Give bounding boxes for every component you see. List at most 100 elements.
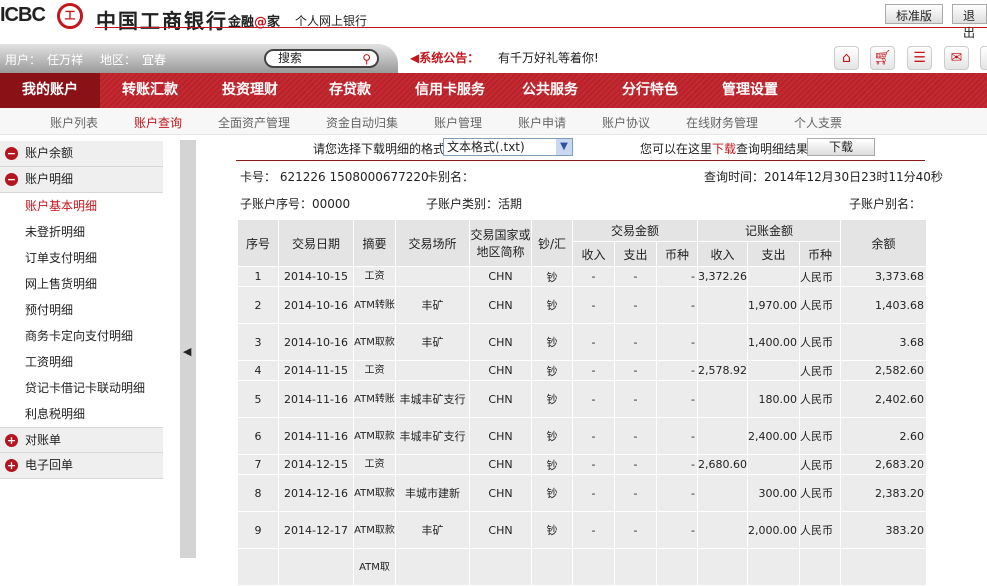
notice-text[interactable]: 有千万好礼等着你!	[498, 49, 599, 66]
sidebar-group-statement[interactable]: + 对账单	[0, 427, 163, 453]
table-row: 7 2014-12-15 工资 CHN 钞 - - -2,680.60 人民币 2,683.20	[238, 455, 926, 474]
sidebar-item-order-payment[interactable]: 订单支付明细	[0, 245, 163, 271]
cell-date: 2014-11-15	[279, 361, 353, 380]
cell-cash: 钞	[532, 475, 572, 511]
cell-trade-in: -	[573, 361, 614, 380]
sidebar-item-interest-tax[interactable]: 利息税明细	[0, 401, 163, 427]
cell-trade-out: -	[615, 512, 656, 548]
nav-settings[interactable]: 管理设置	[700, 73, 800, 108]
standard-version-button[interactable]: 标准版	[885, 4, 944, 24]
sidebar-group-details[interactable]: − 账户明细	[0, 167, 163, 193]
region-name: 宜春	[142, 53, 167, 67]
sidebar-item-prepaid[interactable]: 预付明细	[0, 297, 163, 323]
subnav-account-apply[interactable]: 账户申请	[518, 114, 566, 131]
cart-icon[interactable]: 🛒︎	[870, 46, 895, 70]
cell-book-in	[698, 381, 747, 417]
group-label: 对账单	[25, 433, 62, 447]
sidebar-item-linked[interactable]: 贷记卡借记卡联动明细	[0, 375, 163, 401]
table-row: ATM取	[238, 549, 926, 585]
cell-summary: 工资	[354, 267, 395, 286]
exit-button[interactable]: 退出	[952, 4, 987, 40]
cell-no: 5	[238, 381, 278, 417]
cell-trade-out: -	[615, 475, 656, 511]
subnav-asset-mgmt[interactable]: 全面资产管理	[218, 114, 290, 131]
cell-book-out	[747, 267, 799, 286]
cell-summary: 工资	[354, 455, 395, 474]
header: ICBC 工 中国工商银行 金融@家 个人网上银行 标准版 退出	[0, 0, 987, 44]
cell-book-out: 2,400.00	[747, 418, 799, 454]
inbox-icon[interactable]: ✉	[944, 46, 969, 70]
cell-place: 丰城丰矿支行	[396, 418, 469, 454]
sidebar-item-online-sales[interactable]: 网上售货明细	[0, 271, 163, 297]
cell-balance: 2,582.60	[840, 361, 926, 380]
cell-country: CHN	[470, 267, 531, 286]
cell-book-out: 300.00	[747, 475, 799, 511]
main-nav: 我的账户 转账汇款 投资理财 存贷款 信用卡服务 公共服务 分行特色 管理设置	[0, 73, 987, 108]
nav-transfer[interactable]: 转账汇款	[100, 73, 200, 108]
cell-summary: ATM取款	[354, 475, 395, 511]
nav-investment[interactable]: 投资理财	[200, 73, 300, 108]
cell-balance: 3.68	[840, 324, 926, 360]
cell-trade-in: -	[573, 381, 614, 417]
cell-country: CHN	[470, 512, 531, 548]
search-input[interactable]: 搜索 ⚲	[264, 49, 379, 68]
sidebar-item-unposted[interactable]: 未登折明细	[0, 219, 163, 245]
cell-trade-cur	[657, 549, 697, 585]
subnav-account-agreement[interactable]: 账户协议	[602, 114, 650, 131]
sidebar-item-business-card[interactable]: 商务卡定向支付明细	[0, 323, 163, 349]
notice-label: ◀系统公告：	[410, 49, 479, 66]
cell-summary: ATM取	[354, 549, 395, 585]
col-place: 交易场所	[396, 220, 469, 266]
nav-public-service[interactable]: 公共服务	[500, 73, 600, 108]
cell-date	[279, 549, 353, 585]
subnav-cheque[interactable]: 个人支票	[794, 114, 842, 131]
icbc-logo: ICBC	[0, 4, 46, 26]
contacts-icon[interactable]: ☰	[907, 46, 932, 70]
col-no: 序号	[238, 220, 278, 266]
search-icon[interactable]: ⚲	[362, 52, 371, 67]
nav-credit-card[interactable]: 信用卡服务	[400, 73, 500, 108]
subnav-account-list[interactable]: 账户列表	[50, 114, 98, 131]
download-button[interactable]: 下载	[807, 138, 875, 156]
sidebar-group-balance[interactable]: − 账户余额	[0, 141, 163, 167]
cell-book-in	[698, 475, 747, 511]
cell-place	[396, 455, 469, 474]
cell-book-in: 2,680.60	[698, 455, 747, 474]
nav-my-account[interactable]: 我的账户	[0, 73, 100, 108]
cell-trade-out: -	[615, 455, 656, 474]
sidebar-item-salary[interactable]: 工资明细	[0, 349, 163, 375]
cell-cash: 钞	[532, 324, 572, 360]
download-link[interactable]: 下载	[712, 142, 736, 156]
cell-trade-out: -	[615, 381, 656, 417]
sidebar-item-basic-details[interactable]: 账户基本明细	[0, 193, 163, 219]
cell-country: CHN	[470, 324, 531, 360]
more-icon[interactable]	[980, 46, 987, 70]
format-select[interactable]: 文本格式(.txt) ▼	[443, 138, 573, 156]
subnav-account-mgmt[interactable]: 账户管理	[434, 114, 482, 131]
nav-deposit-loan[interactable]: 存贷款	[300, 73, 400, 108]
cell-balance: 2,683.20	[840, 455, 926, 474]
cell-trade-cur: -	[657, 381, 697, 417]
cell-trade-in: -	[573, 512, 614, 548]
sidebar-group-receipt[interactable]: + 电子回单	[0, 453, 163, 479]
col-date: 交易日期	[279, 220, 353, 266]
nav-branch[interactable]: 分行特色	[600, 73, 700, 108]
cell-no	[238, 549, 278, 585]
collapse-arrow-icon[interactable]: ◀	[183, 345, 191, 358]
cell-cash: 钞	[532, 512, 572, 548]
card-alias: 卡别名：	[426, 170, 475, 184]
home-icon[interactable]: ⌂	[834, 46, 859, 70]
cell-cash: 钞	[532, 381, 572, 417]
subnav-online-finance[interactable]: 在线财务管理	[686, 114, 758, 131]
cell-balance: 383.20	[840, 512, 926, 548]
cell-trade-out: -	[615, 267, 656, 286]
subnav-account-query[interactable]: 账户查询	[134, 114, 182, 131]
col-book-in: 收入	[698, 242, 747, 266]
cell-book-cur	[799, 549, 840, 585]
table-row: 5 2014-11-16 ATM转账 丰城丰矿支行 CHN 钞 - - -180.00 人民币 2,…	[238, 381, 926, 417]
subnav-fund-collect[interactable]: 资金自动归集	[326, 114, 398, 131]
cell-date: 2014-11-16	[279, 381, 353, 417]
cell-book-cur: 人民币	[799, 287, 840, 323]
group-label: 账户余额	[25, 146, 74, 160]
cell-trade-cur: -	[657, 512, 697, 548]
